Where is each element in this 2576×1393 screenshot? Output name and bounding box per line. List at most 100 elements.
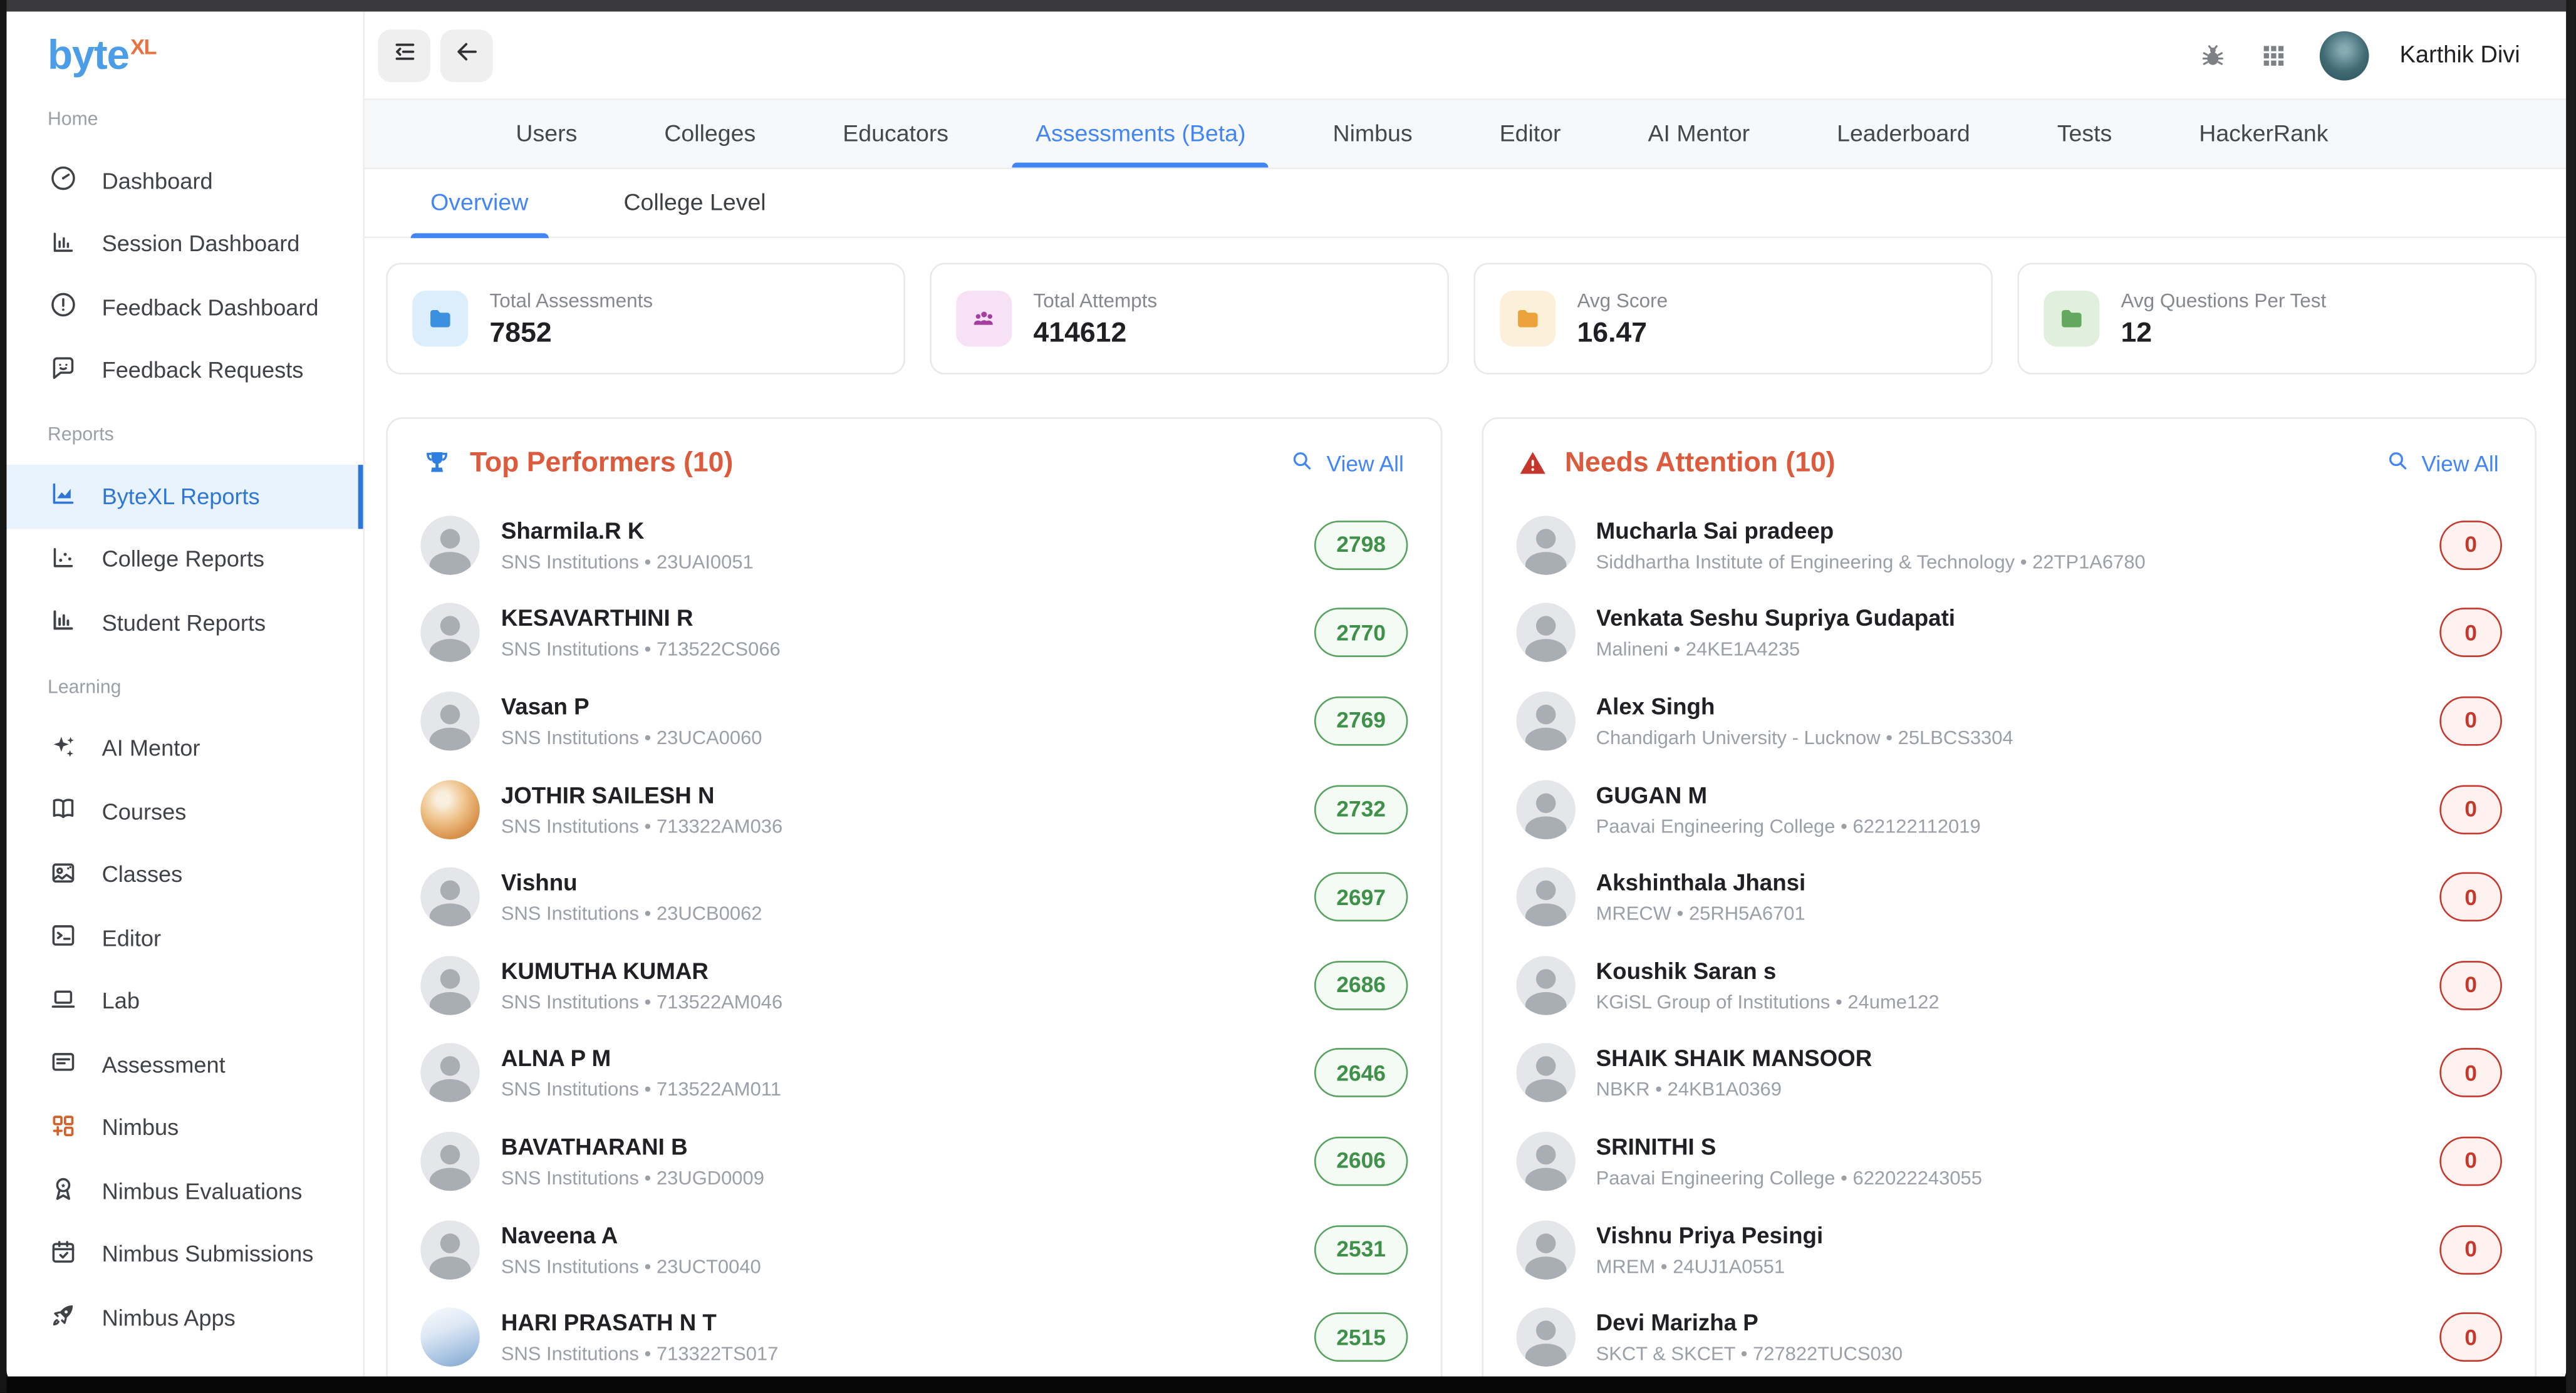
student-college: SNS Institutions • 713522AM011 [501, 1078, 781, 1101]
sidebar-item-nimbus-submissions[interactable]: Nimbus Submissions [6, 1223, 363, 1286]
sidebar-item-student-reports[interactable]: Student Reports [6, 591, 363, 655]
tab-editor[interactable]: Editor [1493, 100, 1567, 168]
sidebar-item-assessment[interactable]: Assessment [6, 1033, 363, 1096]
list-item[interactable]: Akshinthala JhansiMRECW • 25RH5A6701 0 [1483, 853, 2535, 941]
list-item[interactable]: GUGAN MPaavai Engineering College • 6221… [1483, 765, 2535, 853]
sidebar-item-classes[interactable]: Classes [6, 844, 363, 907]
sidebar-item-nimbus-apps[interactable]: Nimbus Apps [6, 1286, 363, 1349]
avatar [1515, 1132, 1574, 1191]
student-name: GUGAN M [1596, 781, 1981, 807]
list-item[interactable]: ALNA P MSNS Institutions • 713522AM011 2… [388, 1029, 1440, 1117]
view-all-link[interactable]: View All [1291, 448, 1404, 478]
sub-tabbar: Overview College Level [365, 169, 2566, 238]
list-item[interactable]: JOTHIR SAILESH NSNS Institutions • 71332… [388, 765, 1440, 853]
list-item[interactable]: HARI PRASATH N T SNS Institutions • 71332… [388, 1293, 1440, 1382]
sidebar-item-label: Editor [102, 926, 162, 950]
list-item[interactable]: BAVATHARANI BSNS Institutions • 23UGD000… [388, 1117, 1440, 1206]
list-item[interactable]: KUMUTHA KUMARSNS Institutions • 713522AM… [388, 941, 1440, 1030]
score-badge: 2697 [1315, 873, 1407, 922]
window-left-edge [0, 0, 6, 1393]
sidebar-item-dashboard[interactable]: Dashboard [6, 150, 363, 213]
sidebar-item-feedback-dashboard[interactable]: Feedback Dashboard [6, 276, 363, 339]
tab-assessments-beta[interactable]: Assessments (Beta) [1029, 100, 1252, 168]
student-name: HARI PRASATH N T [501, 1309, 778, 1335]
student-name: KUMUTHA KUMAR [501, 957, 782, 983]
collapse-sidebar-button[interactable] [378, 29, 430, 81]
tab-users[interactable]: Users [509, 100, 584, 168]
student-college: MRECW • 25RH5A6701 [1596, 902, 1806, 925]
list-item[interactable]: Koushik Saran sKGiSL Group of Institutio… [1483, 941, 2535, 1030]
avatar [1515, 515, 1574, 574]
tab-leaderboard[interactable]: Leaderboard [1831, 100, 1977, 168]
tab-tests[interactable]: Tests [2050, 100, 2119, 168]
student-name: Akshinthala Jhansi [1596, 869, 1806, 896]
sidebar-item-college-reports[interactable]: College Reports [6, 528, 363, 591]
list-item[interactable]: Naveena ASNS Institutions • 23UCT0040 25… [388, 1205, 1440, 1293]
user-avatar[interactable] [2319, 31, 2369, 80]
feedback-requests-icon [48, 353, 79, 389]
sidebar-item-lab[interactable]: Lab [6, 970, 363, 1033]
student-name: Vasan P [501, 693, 762, 720]
stat-label: Total Attempts [1033, 288, 1157, 311]
back-button[interactable] [440, 29, 493, 81]
sidebar-item-nimbus-evaluations[interactable]: Nimbus Evaluations [6, 1159, 363, 1223]
tab-educators[interactable]: Educators [836, 100, 955, 168]
view-all-link[interactable]: View All [2386, 448, 2499, 478]
medal-icon [48, 1173, 79, 1209]
sidebar-item-ai-mentor[interactable]: AI Mentor [6, 717, 363, 780]
apps-grid-icon[interactable] [2258, 40, 2288, 70]
list-item[interactable]: Vishnu Priya PesingiMREM • 24UJ1A0551 0 [1483, 1205, 2535, 1293]
list-item[interactable]: Vasan PSNS Institutions • 23UCA0060 2769 [388, 677, 1440, 765]
main-area: Karthik Divi Users Colleges Educators As… [365, 11, 2566, 1386]
sidebar-section-home: Home [6, 87, 363, 150]
student-name: SRINITHI S [1596, 1133, 1982, 1159]
sidebar-item-courses[interactable]: Courses [6, 780, 363, 844]
avatar [420, 515, 479, 574]
list-item[interactable]: Venkata Seshu Supriya GudapatiMalineni •… [1483, 589, 2535, 677]
list-item[interactable]: KESAVARTHINI RSNS Institutions • 713522C… [388, 589, 1440, 677]
subtab-college-level[interactable]: College Level [604, 169, 786, 237]
subtab-overview[interactable]: Overview [411, 169, 548, 237]
avatar [1515, 691, 1574, 750]
bytexl-logo[interactable]: byteXL [6, 11, 363, 87]
student-name: Mucharla Sai pradeep [1596, 517, 2146, 544]
score-badge: 0 [2439, 960, 2502, 1010]
stat-card-total-assessments: Total Assessments 7852 [386, 263, 905, 375]
class-photo-icon [48, 857, 79, 893]
sidebar-item-session-dashboard[interactable]: Session Dashboard [6, 213, 363, 276]
top-performers-panel: Top Performers (10) View All Sharmila.R … [386, 417, 1441, 1386]
tab-hackerrank[interactable]: HackerRank [2193, 100, 2335, 168]
tab-ai-mentor[interactable]: AI Mentor [1641, 100, 1757, 168]
avatar [420, 1132, 479, 1191]
score-badge: 0 [2439, 1049, 2502, 1098]
list-item[interactable]: Devi Marizha PSKCT & SKCET • 727822TUCS0… [1483, 1293, 2535, 1382]
list-item[interactable]: Alex SinghChandigarh University - Luckno… [1483, 677, 2535, 765]
student-college: SNS Institutions • 713322TS017 [501, 1342, 778, 1365]
sidebar-item-nimbus[interactable]: Nimbus [6, 1096, 363, 1159]
list-item[interactable]: SRINITHI SPaavai Engineering College • 6… [1483, 1117, 2535, 1206]
tab-colleges[interactable]: Colleges [658, 100, 762, 168]
user-name[interactable]: Karthik Divi [2399, 42, 2520, 68]
avatar [420, 780, 479, 839]
student-name: Sharmila.R K [501, 517, 754, 544]
list-item[interactable]: VishnuSNS Institutions • 23UCB0062 2697 [388, 853, 1440, 941]
bug-report-icon[interactable] [2198, 40, 2227, 70]
folder-icon [412, 291, 468, 346]
list-item[interactable]: SHAIK SHAIK MANSOORNBKR • 24KB1A0369 0 [1483, 1029, 2535, 1117]
sidebar-item-bytexl-reports[interactable]: ByteXL Reports [6, 465, 363, 528]
list-item[interactable]: Sharmila.R KSNS Institutions • 23UAI0051… [388, 501, 1440, 589]
sidebar-item-label: Assessment [102, 1052, 226, 1077]
nimbus-grid-icon [48, 1110, 79, 1146]
list-item[interactable]: Mucharla Sai pradeepSiddhartha Institute… [1483, 501, 2535, 589]
sidebar-item-label: Feedback Requests [102, 358, 304, 383]
sidebar-section-learning: Learning [6, 655, 363, 717]
sidebar-item-feedback-requests[interactable]: Feedback Requests [6, 339, 363, 403]
sidebar-section-reports: Reports [6, 402, 363, 465]
stat-label: Avg Questions Per Test [2121, 288, 2327, 311]
search-icon [1291, 448, 1315, 478]
sidebar-item-editor[interactable]: Editor [6, 907, 363, 970]
window-bottom-bar [0, 1377, 2576, 1393]
tab-nimbus[interactable]: Nimbus [1326, 100, 1419, 168]
score-badge: 2798 [1315, 520, 1407, 570]
content-area: Total Assessments 7852 Total Attempts 41… [365, 238, 2566, 1386]
